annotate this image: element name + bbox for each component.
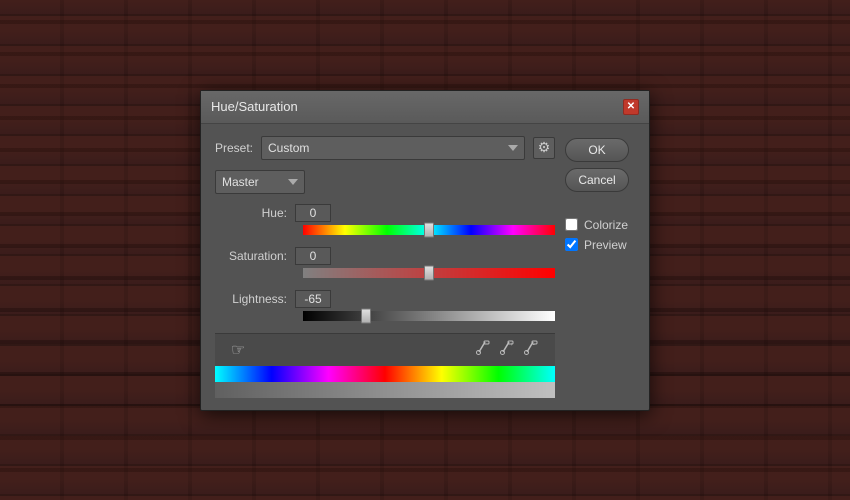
ok-button[interactable]: OK (565, 138, 629, 162)
options-area: Colorize Preview (565, 218, 635, 252)
channel-select[interactable]: Master Reds Yellows Greens Cyans Blues M… (215, 170, 305, 194)
lightness-track-wrapper (303, 311, 555, 321)
preset-label: Preset: (215, 141, 253, 155)
hue-track[interactable] (303, 225, 555, 235)
saturation-header: Saturation: (215, 247, 555, 265)
color-bars (215, 366, 555, 398)
hue-label: Hue: (215, 206, 295, 220)
hue-track-wrapper (303, 225, 555, 235)
saturation-track-wrapper (303, 268, 555, 278)
preview-option: Preview (565, 238, 635, 252)
saturation-label: Saturation: (215, 249, 295, 263)
gear-button[interactable]: ⚙ (533, 137, 555, 159)
lightness-label: Lightness: (215, 292, 295, 306)
hue-value-input[interactable] (295, 204, 331, 222)
svg-text:+: + (510, 342, 513, 348)
lightness-value-input[interactable] (295, 290, 331, 308)
hand-tool-icon[interactable]: ☞ (229, 338, 247, 362)
gray-bar (215, 382, 555, 398)
preview-checkbox[interactable] (565, 238, 578, 251)
hue-slider-group: Hue: (215, 204, 555, 235)
channel-row: Master Reds Yellows Greens Cyans Blues M… (215, 170, 555, 194)
hue-thumb[interactable] (424, 222, 434, 237)
eyedropper-icon-2[interactable]: + (497, 338, 517, 361)
lightness-slider-group: Lightness: (215, 290, 555, 321)
saturation-track[interactable] (303, 268, 555, 278)
colorize-option: Colorize (565, 218, 635, 232)
eyedropper-icons: + - (473, 338, 541, 361)
title-bar: Hue/Saturation ✕ (201, 91, 649, 124)
colorize-checkbox[interactable] (565, 218, 578, 231)
lightness-thumb[interactable] (361, 308, 371, 323)
eyedropper-icon-1[interactable] (473, 338, 493, 361)
preset-select[interactable]: Custom Default Cyanotype Sepia (261, 136, 525, 160)
cancel-button[interactable]: Cancel (565, 168, 629, 192)
lightness-track[interactable] (303, 311, 555, 321)
main-area: Preset: Custom Default Cyanotype Sepia ⚙… (215, 136, 555, 398)
eyedropper-icon-3[interactable]: - (521, 338, 541, 361)
saturation-slider-group: Saturation: (215, 247, 555, 278)
bottom-toolbar: ☞ + (215, 333, 555, 366)
sliders-section: Hue: Saturation: (215, 204, 555, 321)
preset-row: Preset: Custom Default Cyanotype Sepia ⚙ (215, 136, 555, 160)
dialog-title: Hue/Saturation (211, 99, 298, 114)
svg-text:-: - (533, 342, 535, 348)
preview-label[interactable]: Preview (584, 238, 627, 252)
side-buttons: OK Cancel Colorize Preview (565, 136, 635, 398)
colorize-label[interactable]: Colorize (584, 218, 628, 232)
rainbow-bar (215, 366, 555, 382)
saturation-value-input[interactable] (295, 247, 331, 265)
close-button[interactable]: ✕ (623, 99, 639, 115)
dialog-body: Preset: Custom Default Cyanotype Sepia ⚙… (201, 124, 649, 410)
lightness-header: Lightness: (215, 290, 555, 308)
hue-header: Hue: (215, 204, 555, 222)
hue-saturation-dialog: Hue/Saturation ✕ Preset: Custom Default … (200, 90, 650, 411)
saturation-thumb[interactable] (424, 265, 434, 280)
